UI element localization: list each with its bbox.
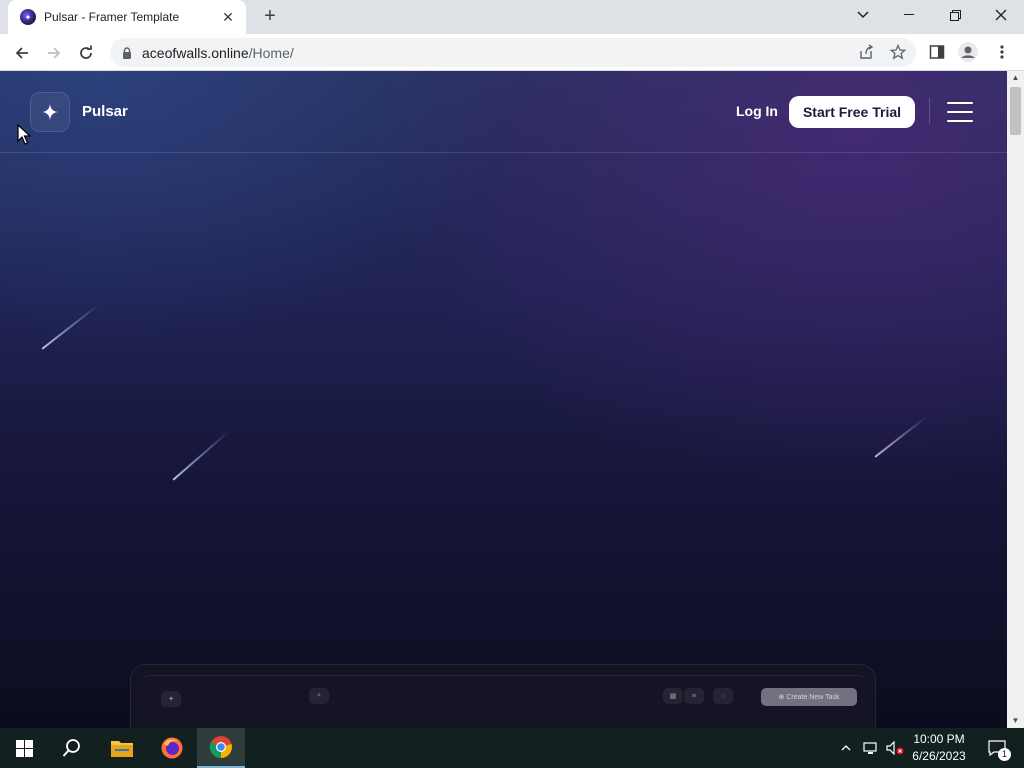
start-free-trial-button[interactable]: Start Free Trial	[789, 96, 915, 128]
site-navbar: Pulsar Log In Start Free Trial	[0, 71, 1007, 153]
new-tab-button[interactable]: +	[258, 5, 282, 29]
meteor-streak	[172, 430, 230, 481]
share-icon[interactable]	[854, 38, 878, 66]
create-new-task-button: ⊕ Create New Task	[761, 688, 857, 706]
tab-close-icon[interactable]: ✕	[220, 9, 236, 25]
minimize-button[interactable]	[886, 0, 932, 30]
chrome-icon[interactable]	[197, 728, 245, 768]
dashboard-preview: ✦ ⌕ ▦ ≡ ◌ ⊕ Create New Task	[130, 664, 876, 728]
scroll-up-arrow-icon[interactable]: ▲	[1007, 71, 1024, 85]
dashboard-logo-icon: ✦	[161, 691, 181, 707]
reload-icon[interactable]	[72, 39, 100, 67]
page-viewport: Pulsar Log In Start Free Trial ✦ ⌕ ▦ ≡ ◌…	[0, 71, 1007, 728]
windows-start-icon[interactable]	[0, 728, 48, 768]
clock-time: 10:00 PM	[913, 732, 965, 746]
logo-text[interactable]: Pulsar	[82, 103, 128, 120]
hamburger-menu-icon[interactable]	[947, 102, 973, 122]
url-path: /Home/	[248, 44, 294, 61]
login-link[interactable]: Log In	[736, 103, 778, 119]
tab-title: Pulsar - Framer Template	[44, 10, 180, 24]
nav-divider	[929, 98, 930, 124]
file-explorer-icon[interactable]	[98, 728, 146, 768]
meteor-streak	[874, 415, 928, 458]
url-host: aceofwalls.online	[142, 44, 249, 61]
network-icon[interactable]	[860, 728, 882, 768]
scroll-down-arrow-icon[interactable]: ▼	[1007, 714, 1024, 728]
firefox-icon[interactable]	[148, 728, 196, 768]
dashboard-preview-toolbar: ✦ ⌕ ▦ ≡ ◌ ⊕ Create New Task	[141, 675, 867, 728]
page-scrollbar[interactable]: ▲ ▼	[1007, 71, 1024, 728]
dashboard-grid-icon: ▦	[663, 688, 683, 704]
chrome-menu-icon[interactable]	[990, 38, 1014, 66]
mouse-cursor-icon	[17, 123, 32, 151]
forward-arrow-icon[interactable]	[40, 39, 68, 67]
bookmark-star-icon[interactable]	[886, 38, 910, 66]
browser-tab[interactable]: ✦ Pulsar - Framer Template ✕	[8, 0, 246, 34]
dashboard-bell-icon: ◌	[713, 688, 733, 704]
dashboard-search-icon: ⌕	[309, 688, 329, 704]
restore-button[interactable]	[932, 0, 978, 30]
tab-search-chevron-icon[interactable]	[840, 0, 886, 30]
dashboard-list-icon: ≡	[684, 688, 704, 704]
lock-icon[interactable]	[122, 46, 134, 59]
back-arrow-icon[interactable]	[8, 39, 36, 67]
search-icon[interactable]	[48, 728, 96, 768]
windows-taskbar: 10:00 PM 6/26/2023 1	[0, 728, 1024, 768]
notification-center-icon[interactable]: 1	[982, 728, 1012, 768]
browser-tab-strip: ✦ Pulsar - Framer Template ✕ +	[0, 0, 1024, 34]
volume-muted-icon[interactable]	[884, 728, 906, 768]
pulsar-favicon-icon: ✦	[20, 9, 36, 25]
side-panel-icon[interactable]	[925, 38, 949, 66]
close-window-button[interactable]	[978, 0, 1024, 30]
taskbar-clock[interactable]: 10:00 PM 6/26/2023	[906, 731, 972, 765]
browser-toolbar: aceofwalls.online/Home/	[0, 34, 1024, 71]
scrollbar-thumb[interactable]	[1010, 87, 1021, 135]
meteor-streak	[41, 303, 100, 350]
address-bar[interactable]: aceofwalls.online/Home/	[110, 38, 916, 67]
pulsar-logo-icon[interactable]	[30, 92, 70, 132]
show-hidden-icons-chevron-icon[interactable]	[836, 728, 856, 768]
clock-date: 6/26/2023	[912, 749, 966, 763]
notification-count-badge: 1	[998, 748, 1011, 761]
profile-avatar-icon[interactable]	[956, 38, 980, 66]
